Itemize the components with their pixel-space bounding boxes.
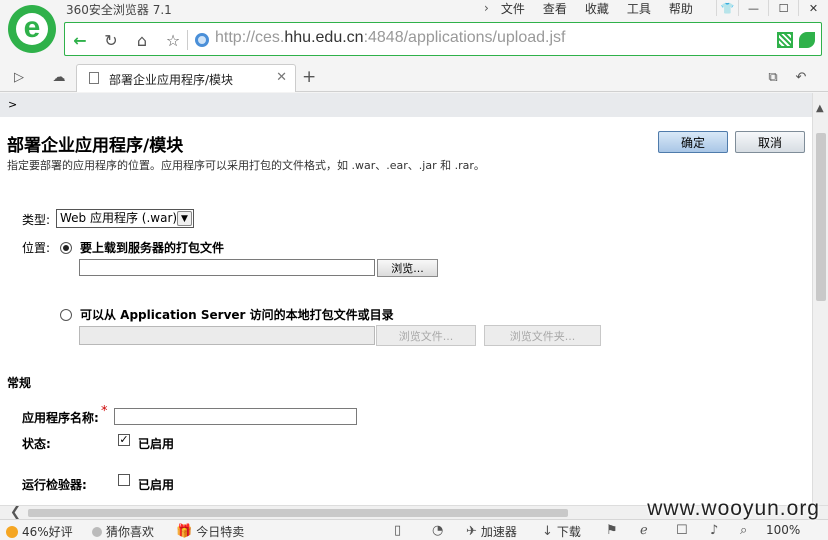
hscroll-thumb[interactable] [28,509,568,517]
download-arrow-icon: ↓ [542,524,553,539]
status-label: 状态: [22,437,51,451]
type-label: 类型: [22,213,51,227]
sidebar-toggle-icon[interactable]: ▷ [10,68,28,86]
local-option-label: 可以从 Application Server 访问的本地打包文件或目录 [80,308,394,322]
page-viewport: > 部署企业应用程序/模块 指定要部署的应用程序的位置。应用程序可以采用打包的文… [0,93,812,505]
minimize-icon[interactable]: — [738,0,768,16]
chevron-down-icon: ▼ [177,211,192,226]
status-bar: 46%好评 猜你喜欢 🎁 今日特卖 ▯ ◔ ✈ 加速器 ↓ 下载 ⚑ ℯ ☐ ♪… [0,519,828,540]
tab-list-icon[interactable]: ⧉ [764,68,782,86]
location-label: 位置: [22,241,51,255]
refresh-icon[interactable]: ↻ [101,30,121,50]
vertical-scrollbar[interactable]: ▲ [812,93,828,505]
app-title: 360安全浏览器 7.1 [66,3,172,17]
ie-icon[interactable]: ℯ [640,523,648,538]
ok-button[interactable]: 确定 [658,131,728,153]
skin-icon[interactable]: 👕 [716,0,738,16]
verifier-enabled-label: 已启用 [138,478,175,492]
cancel-button[interactable]: 取消 [735,131,805,153]
general-heading: 常规 [7,376,32,390]
chevron-right-icon[interactable]: › [484,1,489,15]
smile-icon [6,525,18,538]
tab-close-icon[interactable]: ✕ [276,70,287,85]
tab-bar: ▷ ☁ 部署企业应用程序/模块 ✕ + ⧉ ↶ [0,62,828,92]
breadcrumb: > [0,93,812,117]
page-title: 部署企业应用程序/模块 [7,136,184,156]
rocket-icon: ✈ [466,524,477,539]
tab-deploy[interactable]: 部署企业应用程序/模块 ✕ [76,64,296,92]
qrcode-icon[interactable] [777,32,793,48]
menu-tools[interactable]: 工具 [627,0,651,17]
menu-file[interactable]: 文件 [501,0,525,17]
address-bar[interactable]: ← ↻ ⌂ ☆ http://ces.hhu.edu.cn:4848/appli… [64,22,822,56]
url-text[interactable]: http://ces.hhu.edu.cn:4848/applications/… [215,29,565,47]
speed-icon[interactable]: ◔ [432,523,443,538]
upload-option-label: 要上载到服务器的打包文件 [80,241,225,255]
home-icon[interactable]: ⌂ [132,30,152,50]
zoom-level[interactable]: 100% [766,523,800,537]
app-name-input[interactable] [114,408,357,425]
mobile-icon[interactable]: ▯ [394,523,401,538]
globe-icon [195,33,209,47]
close-icon[interactable]: ✕ [798,0,828,16]
document-icon [89,72,99,84]
watermark: www.wooyun.org [647,497,820,520]
menu-help[interactable]: 帮助 [669,0,693,17]
local-radio[interactable] [60,309,72,321]
verifier-checkbox[interactable] [118,474,130,486]
guess-item[interactable]: 猜你喜欢 [92,523,154,540]
rating-item[interactable]: 46%好评 [6,523,73,540]
undo-close-icon[interactable]: ↶ [792,68,810,86]
browse-files-button[interactable]: 浏览文件... [376,325,476,346]
zoom-icon[interactable]: ⌕ [740,523,747,538]
star-icon[interactable]: ☆ [163,30,183,50]
menu-bar: › 文件 查看 收藏 工具 帮助 [484,0,711,16]
page-description: 指定要部署的应用程序的位置。应用程序可以采用打包的文件格式，如 .war、.ea… [7,159,485,172]
status-enabled-label: 已启用 [138,437,175,451]
local-path-input[interactable] [79,326,375,345]
scroll-left-icon[interactable]: ❮ [10,505,21,520]
tab-label: 部署企业应用程序/模块 [109,73,234,87]
scroll-thumb[interactable] [816,133,826,301]
browser-logo-icon[interactable]: e [8,5,56,53]
security-leaf-icon[interactable] [799,32,815,48]
circle-icon [92,526,102,537]
menu-favorites[interactable]: 收藏 [585,0,609,17]
volume-icon[interactable]: ♪ [710,523,718,538]
type-select[interactable]: Web 应用程序 (.war) ▼ [56,209,194,228]
browse-button[interactable]: 浏览... [377,259,438,277]
new-tab-icon[interactable]: + [302,67,316,87]
status-checkbox[interactable]: ✓ [118,434,130,446]
cloud-icon[interactable]: ☁ [50,68,68,86]
flag-icon[interactable]: ⚑ [606,523,618,538]
browse-folder-button[interactable]: 浏览文件夹... [484,325,601,346]
menu-view[interactable]: 查看 [543,0,567,17]
verifier-label: 运行检验器: [22,478,87,492]
today-sale-item[interactable]: 🎁 今日特卖 [176,523,244,540]
app-name-label: 应用程序名称: [22,411,99,425]
download-item[interactable]: ↓ 下载 [542,523,581,540]
upload-file-input[interactable] [79,259,375,276]
scroll-up-icon[interactable]: ▲ [816,103,824,114]
upload-radio[interactable] [60,242,72,254]
window-icon[interactable]: ☐ [676,523,688,538]
maximize-icon[interactable]: ☐ [768,0,798,16]
navigation-bar: ← ↻ ⌂ ☆ http://ces.hhu.edu.cn:4848/appli… [0,18,828,62]
back-arrow-icon[interactable]: ← [70,30,90,50]
window-controls: 👕 — ☐ ✕ [716,0,828,16]
gift-icon: 🎁 [176,524,193,539]
accelerator-item[interactable]: ✈ 加速器 [466,523,517,540]
title-bar: 360安全浏览器 7.1 › 文件 查看 收藏 工具 帮助 👕 — ☐ ✕ [0,0,828,18]
required-mark: * [101,404,108,419]
